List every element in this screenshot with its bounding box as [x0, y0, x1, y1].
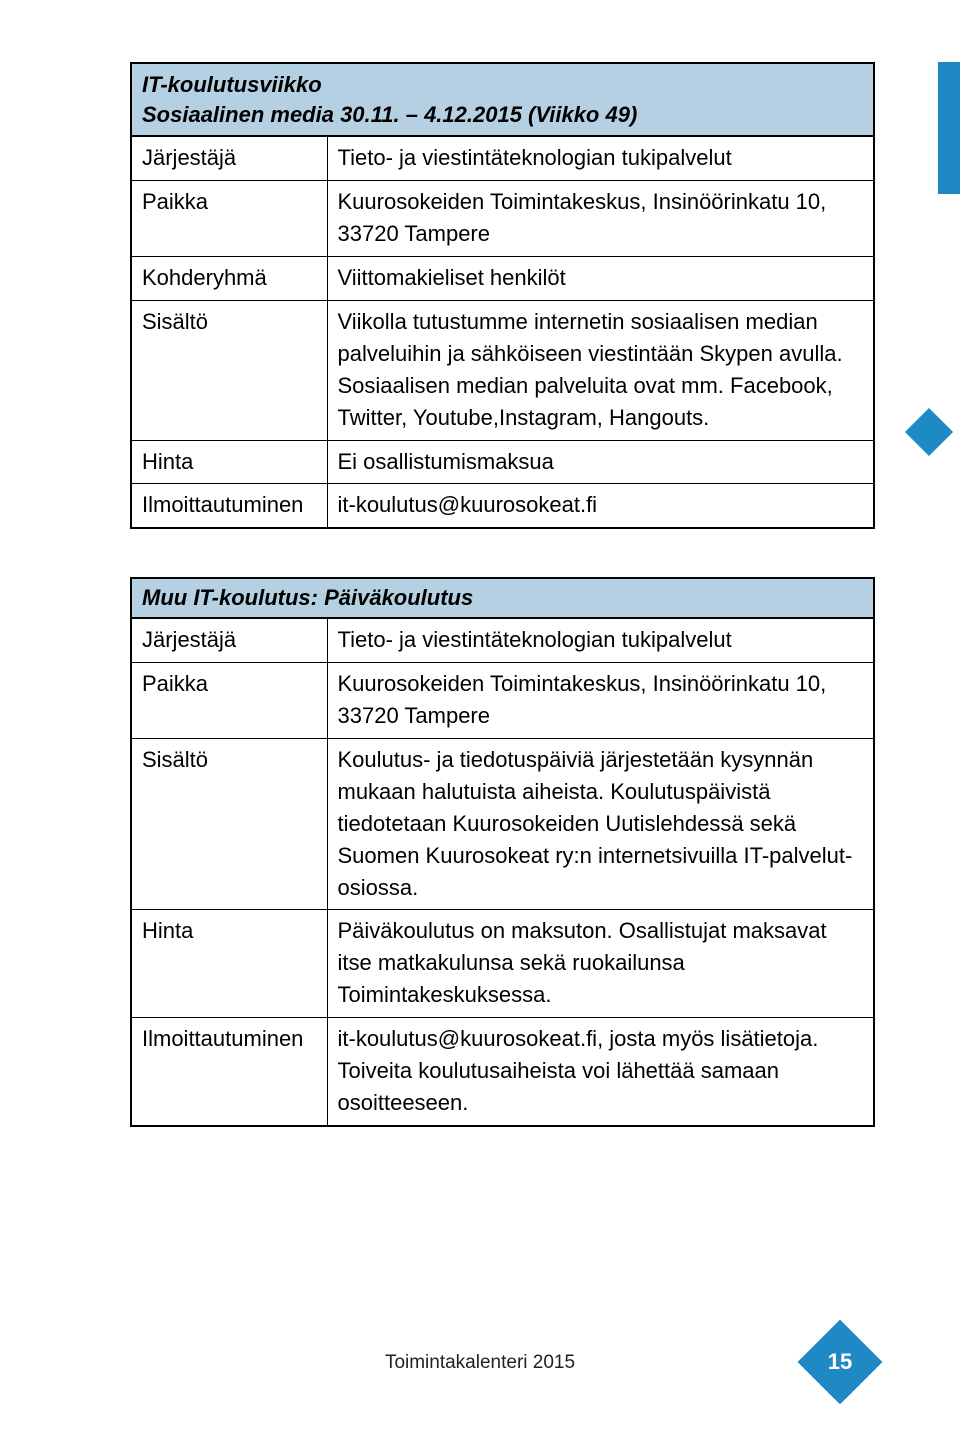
table-row: Paikka Kuurosokeiden Toimintakeskus, Ins…	[131, 663, 874, 739]
table-row: Hinta Päiväkoulutus on maksuton. Osallis…	[131, 910, 874, 1018]
table-row: Sisältö Viikolla tutustumme internetin s…	[131, 300, 874, 440]
row-value: Tieto- ja viestintäteknologian tukipalve…	[327, 136, 874, 180]
row-value: Tieto- ja viestintäteknologian tukipalve…	[327, 618, 874, 662]
page: IT-koulutusviikko Sosiaalinen media 30.1…	[0, 0, 960, 1440]
table-row: Sisältö Koulutus- ja tiedotuspäiviä järj…	[131, 738, 874, 909]
title-line: Sosiaalinen media 30.11. – 4.12.2015 (Vi…	[142, 100, 863, 130]
table-row: Järjestäjä Tieto- ja viestintäteknologia…	[131, 618, 874, 662]
table-row: Ilmoittautuminen it-koulutus@kuurosokeat…	[131, 1018, 874, 1126]
row-label: Sisältö	[131, 738, 327, 909]
row-value: Viittomakieliset henkilöt	[327, 257, 874, 301]
row-value: Koulutus- ja tiedotuspäiviä järjestetään…	[327, 738, 874, 909]
title-line: IT-koulutusviikko	[142, 70, 863, 100]
row-label: Hinta	[131, 440, 327, 484]
row-label: Kohderyhmä	[131, 257, 327, 301]
table-row: Hinta Ei osallistumismaksua	[131, 440, 874, 484]
row-label: Järjestäjä	[131, 618, 327, 662]
row-value: Kuurosokeiden Toimintakeskus, Insinöörin…	[327, 181, 874, 257]
row-label: Järjestäjä	[131, 136, 327, 180]
row-value: Viikolla tutustumme internetin sosiaalis…	[327, 300, 874, 440]
row-label: Ilmoittautuminen	[131, 1018, 327, 1126]
side-tab	[938, 62, 960, 194]
page-number: 15	[810, 1332, 870, 1392]
row-value: Ei osallistumismaksua	[327, 440, 874, 484]
table-row: Paikka Kuurosokeiden Toimintakeskus, Ins…	[131, 181, 874, 257]
table-row: Järjestäjä Tieto- ja viestintäteknologia…	[131, 136, 874, 180]
table-title: IT-koulutusviikko Sosiaalinen media 30.1…	[142, 70, 863, 129]
row-label: Paikka	[131, 663, 327, 739]
row-label: Paikka	[131, 181, 327, 257]
table-title: Muu IT-koulutus: Päiväkoulutus	[131, 578, 874, 618]
diamond-icon	[905, 408, 953, 456]
page-number-badge: 15	[810, 1332, 870, 1392]
row-value: Kuurosokeiden Toimintakeskus, Insinöörin…	[327, 663, 874, 739]
footer-text: Toimintakalenteri 2015	[385, 1352, 575, 1374]
row-value: Päiväkoulutus on maksuton. Osallistujat …	[327, 910, 874, 1018]
row-value: it-koulutus@kuurosokeat.fi	[327, 484, 874, 528]
row-label: Ilmoittautuminen	[131, 484, 327, 528]
row-value: it-koulutus@kuurosokeat.fi, josta myös l…	[327, 1018, 874, 1126]
row-label: Hinta	[131, 910, 327, 1018]
table-row: Ilmoittautuminen it-koulutus@kuurosokeat…	[131, 484, 874, 528]
course-table-it-koulutusviikko: IT-koulutusviikko Sosiaalinen media 30.1…	[130, 62, 875, 529]
course-table-muu-it-koulutus: Muu IT-koulutus: Päiväkoulutus Järjestäj…	[130, 577, 875, 1126]
table-row: Kohderyhmä Viittomakieliset henkilöt	[131, 257, 874, 301]
footer: Toimintakalenteri 2015 15	[0, 1338, 960, 1398]
row-label: Sisältö	[131, 300, 327, 440]
